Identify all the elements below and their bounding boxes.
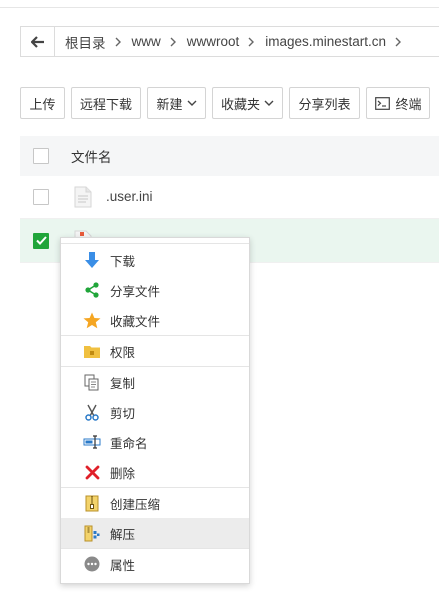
menu-label: 属性 — [110, 558, 136, 573]
star-icon — [83, 311, 101, 329]
menu-label: 重命名 — [110, 436, 148, 451]
remote-download-label: 远程下载 — [80, 96, 133, 112]
favorites-label: 收藏夹 — [221, 96, 261, 112]
context-menu: 下载 分享文件 收藏文件 权限 复制 剪切 重命名 删除 创建压缩 解压 属性 — [60, 237, 250, 584]
row-checkbox[interactable] — [33, 188, 49, 205]
breadcrumb-site[interactable]: images.minestart.cn — [255, 34, 386, 49]
new-dropdown-button[interactable]: 新建 — [147, 87, 206, 119]
menu-label: 分享文件 — [110, 284, 161, 299]
properties-icon — [83, 555, 101, 573]
folder-lock-icon — [83, 342, 101, 360]
menu-label: 权限 — [110, 345, 136, 360]
breadcrumb-wwwroot[interactable]: wwwroot — [177, 34, 240, 49]
chevron-right-icon — [161, 37, 177, 47]
menu-label: 解压 — [110, 527, 136, 542]
menu-label: 剪切 — [110, 406, 136, 421]
breadcrumb-www[interactable]: www — [122, 34, 161, 49]
checkmark-icon — [35, 236, 47, 245]
share-list-label: 分享列表 — [298, 96, 351, 112]
chevron-down-icon — [187, 100, 197, 107]
terminal-button[interactable]: 终端 — [366, 87, 430, 119]
menu-item-properties[interactable]: 属性 — [61, 549, 249, 579]
table-row[interactable]: .user.ini — [20, 175, 439, 219]
file-name[interactable]: .user.ini — [106, 189, 153, 204]
upload-label: 上传 — [29, 96, 56, 112]
toolbar: 上传 远程下载 新建 收藏夹 分享列表 终端 — [20, 87, 430, 119]
chevron-right-icon — [106, 37, 122, 47]
row-checkbox-checked[interactable] — [33, 232, 49, 249]
menu-label: 下载 — [110, 254, 136, 269]
menu-item-compress[interactable]: 创建压缩 — [61, 488, 249, 518]
back-arrow-icon — [30, 35, 44, 48]
menu-item-delete[interactable]: 删除 — [61, 457, 249, 487]
column-header-filename[interactable]: 文件名 — [71, 146, 112, 166]
menu-item-download[interactable]: 下载 — [61, 245, 249, 275]
download-arrow-icon — [83, 251, 101, 269]
share-icon — [83, 281, 101, 299]
menu-label: 删除 — [110, 466, 136, 481]
delete-x-icon — [83, 463, 101, 481]
menu-label: 创建压缩 — [110, 497, 161, 512]
menu-item-copy[interactable]: 复制 — [61, 367, 249, 397]
top-divider — [0, 0, 439, 8]
archive-icon — [83, 494, 101, 512]
extract-icon — [83, 524, 101, 542]
breadcrumb: 根目录 www wwwroot images.minestart.cn — [20, 26, 439, 57]
copy-icon — [83, 373, 101, 391]
terminal-label: 终端 — [395, 96, 422, 112]
chevron-down-icon — [264, 100, 274, 107]
terminal-icon — [374, 96, 390, 110]
select-all-checkbox[interactable] — [33, 148, 49, 164]
menu-divider — [61, 243, 249, 244]
share-list-button[interactable]: 分享列表 — [289, 87, 360, 119]
scissors-icon — [83, 403, 101, 421]
menu-item-cut[interactable]: 剪切 — [61, 397, 249, 427]
chevron-right-icon — [239, 37, 255, 47]
menu-item-extract[interactable]: 解压 — [61, 518, 249, 548]
chevron-right-icon — [386, 37, 402, 47]
menu-item-favorite[interactable]: 收藏文件 — [61, 305, 249, 335]
breadcrumb-root[interactable]: 根目录 — [55, 32, 106, 52]
rename-icon — [83, 433, 101, 451]
upload-button[interactable]: 上传 — [20, 87, 65, 119]
remote-download-button[interactable]: 远程下载 — [71, 87, 141, 119]
new-label: 新建 — [156, 96, 183, 112]
file-table-header: 文件名 — [20, 136, 439, 176]
menu-item-rename[interactable]: 重命名 — [61, 427, 249, 457]
menu-label: 收藏文件 — [110, 314, 161, 329]
menu-item-permission[interactable]: 权限 — [61, 336, 249, 366]
text-file-icon — [74, 186, 92, 208]
menu-label: 复制 — [110, 376, 136, 391]
menu-item-share[interactable]: 分享文件 — [61, 275, 249, 305]
back-button[interactable] — [21, 27, 55, 56]
favorites-dropdown-button[interactable]: 收藏夹 — [212, 87, 283, 119]
